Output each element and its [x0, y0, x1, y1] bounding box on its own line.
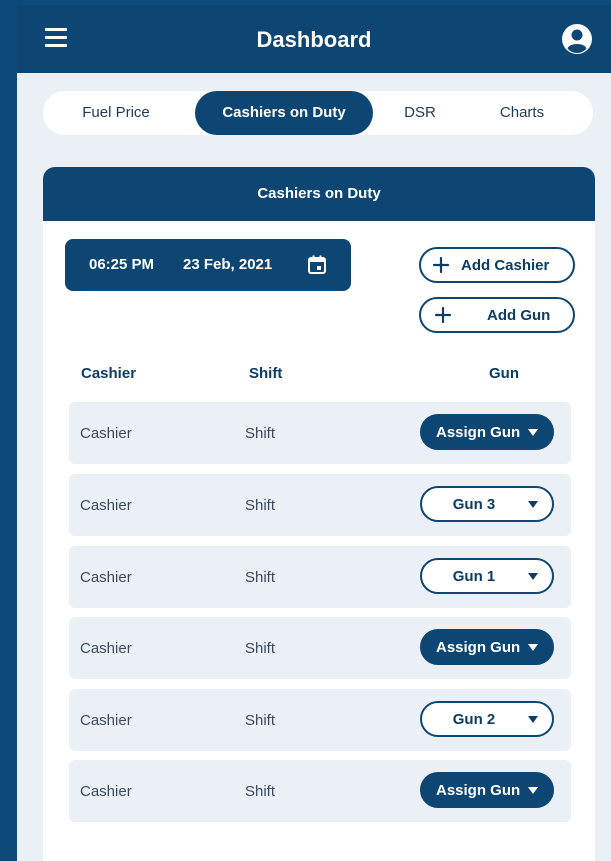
- add-gun-button[interactable]: Add Gun: [419, 297, 575, 333]
- caret-down-icon: [528, 787, 538, 794]
- tab-dsr[interactable]: DSR: [395, 91, 445, 135]
- table-row: Cashier Shift Gun 1: [69, 546, 571, 608]
- gun-dropdown-label: Assign Gun: [436, 639, 521, 656]
- gun-dropdown-label: Assign Gun: [436, 782, 521, 799]
- add-gun-label: Add Gun: [487, 307, 551, 324]
- tab-cashiers-on-duty[interactable]: Cashiers on Duty: [195, 91, 373, 135]
- cashier-cell: Cashier: [80, 712, 132, 729]
- column-header-gun: Gun: [489, 365, 519, 382]
- column-header-cashier: Cashier: [81, 365, 137, 382]
- gun-dropdown[interactable]: Gun 3: [420, 486, 554, 522]
- shift-cell: Shift: [245, 712, 276, 729]
- shift-cell: Shift: [245, 569, 276, 586]
- gun-dropdown-label: Gun 1: [452, 568, 496, 585]
- app-frame: Dashboard Fuel Price Cashiers on Duty DS…: [17, 5, 611, 861]
- tab-fuel-price[interactable]: Fuel Price: [63, 91, 169, 135]
- caret-down-icon: [528, 644, 538, 651]
- assign-gun-dropdown[interactable]: Assign Gun: [420, 414, 554, 450]
- table-row: Cashier Shift Gun 2: [69, 689, 571, 751]
- cashier-cell: Cashier: [80, 783, 132, 800]
- tab-charts[interactable]: Charts: [487, 91, 557, 135]
- assign-gun-dropdown[interactable]: Assign Gun: [420, 629, 554, 665]
- cashier-cell: Cashier: [80, 425, 132, 442]
- caret-down-icon: [528, 716, 538, 723]
- date-value: 23 Feb, 2021: [183, 256, 273, 273]
- shift-cell: Shift: [245, 783, 276, 800]
- datetime-picker[interactable]: 06:25 PM 23 Feb, 2021: [65, 239, 351, 291]
- table-row: Cashier Shift Assign Gun: [69, 402, 571, 464]
- caret-down-icon: [528, 429, 538, 436]
- plus-icon: [432, 256, 450, 274]
- time-value: 06:25 PM: [89, 256, 155, 273]
- shift-cell: Shift: [245, 425, 276, 442]
- column-header-shift: Shift: [249, 365, 283, 382]
- gun-dropdown[interactable]: Gun 1: [420, 558, 554, 594]
- calendar-icon[interactable]: [307, 255, 327, 275]
- table-row: Cashier Shift Assign Gun: [69, 760, 571, 822]
- tab-bar: Fuel Price Cashiers on Duty DSR Charts: [43, 91, 593, 135]
- page-title: Dashboard: [256, 27, 372, 52]
- gun-dropdown-label: Assign Gun: [436, 424, 521, 441]
- table-row: Cashier Shift Gun 3: [69, 474, 571, 536]
- cashier-cell: Cashier: [80, 569, 132, 586]
- app-bar: Dashboard: [17, 5, 611, 73]
- assign-gun-dropdown[interactable]: Assign Gun: [420, 772, 554, 808]
- gun-dropdown-label: Gun 2: [452, 711, 496, 728]
- user-account-icon[interactable]: [561, 23, 593, 55]
- add-cashier-button[interactable]: Add Cashier: [419, 247, 575, 283]
- add-cashier-label: Add Cashier: [461, 257, 550, 274]
- caret-down-icon: [528, 501, 538, 508]
- caret-down-icon: [528, 573, 538, 580]
- gun-dropdown-label: Gun 3: [452, 496, 496, 513]
- cashier-cell: Cashier: [80, 640, 132, 657]
- card-title: Cashiers on Duty: [43, 167, 595, 221]
- shift-cell: Shift: [245, 497, 276, 514]
- gun-dropdown[interactable]: Gun 2: [420, 701, 554, 737]
- shift-cell: Shift: [245, 640, 276, 657]
- table-row: Cashier Shift Assign Gun: [69, 617, 571, 679]
- cashiers-card: Cashiers on Duty 06:25 PM 23 Feb, 2021 A…: [43, 167, 595, 861]
- cashier-cell: Cashier: [80, 497, 132, 514]
- plus-icon: [434, 306, 452, 324]
